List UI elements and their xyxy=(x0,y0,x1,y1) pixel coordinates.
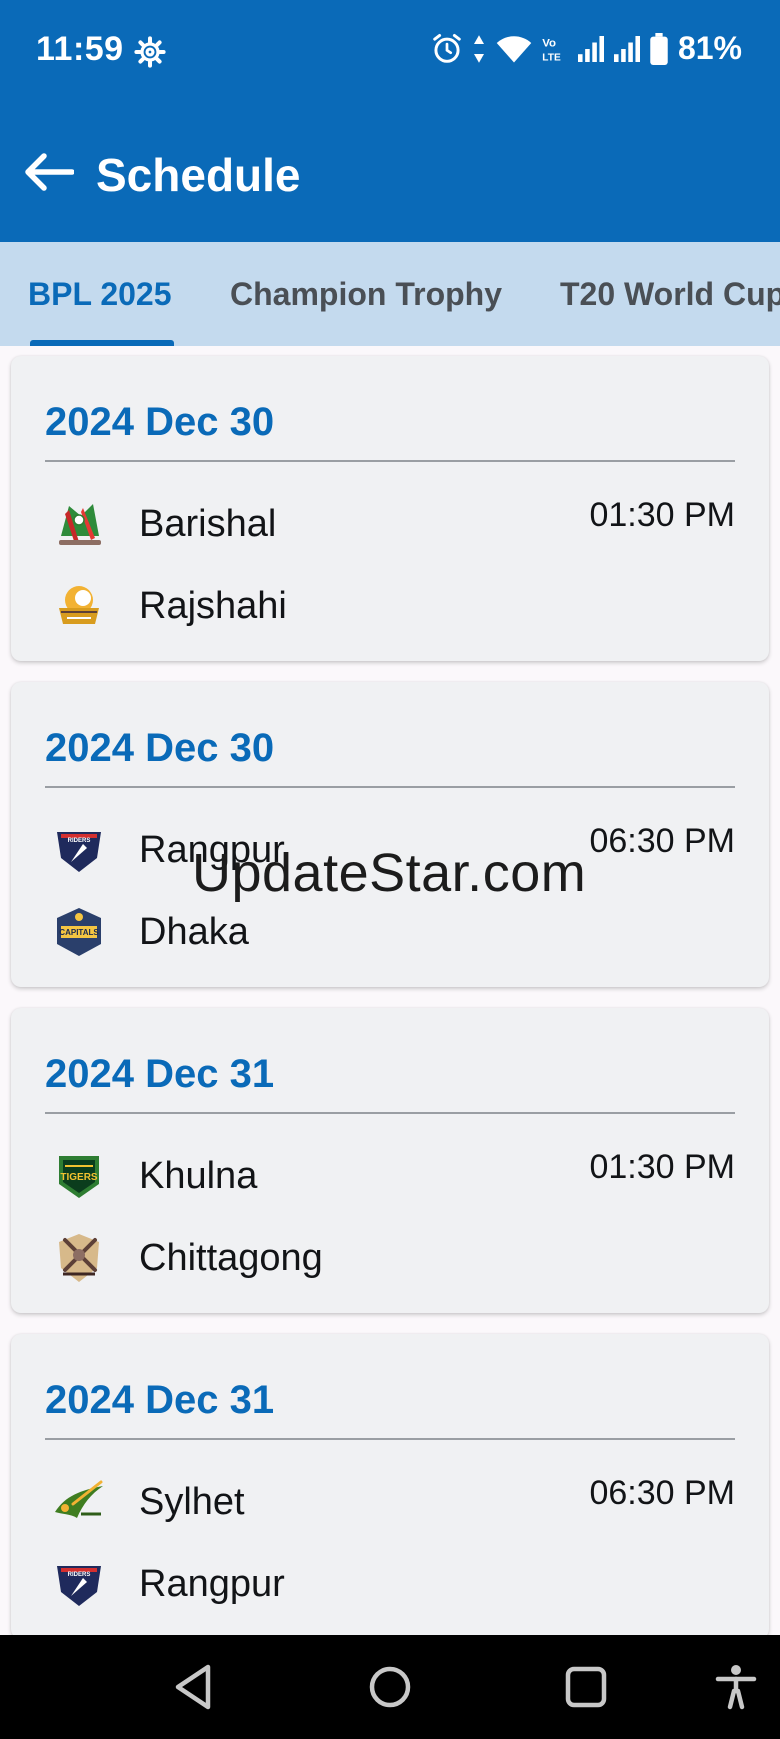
arrow-left-icon[interactable] xyxy=(22,152,74,192)
match-time: 06:30 PM xyxy=(589,822,735,860)
team-name: Barishal xyxy=(139,502,277,545)
team-row: Sylhet xyxy=(51,1472,245,1532)
recents-square-icon[interactable] xyxy=(560,1661,612,1713)
page-title: Schedule xyxy=(96,149,301,201)
sylhet-logo-icon xyxy=(55,1480,103,1518)
team-row: TIGERS Khulna xyxy=(51,1146,257,1206)
team-name: Dhaka xyxy=(139,910,249,953)
match-card[interactable]: 2024 Dec 31 Sylhet 06:30 PM RIDERS Rangp… xyxy=(11,1334,769,1635)
home-circle-icon[interactable] xyxy=(364,1661,416,1713)
barishal-logo-icon xyxy=(59,504,101,545)
match-list[interactable]: 2024 Dec 30 Barishal 01:30 PM Rajshahi 2… xyxy=(0,346,780,1635)
navigation-bar xyxy=(0,1635,780,1739)
match-time: 01:30 PM xyxy=(589,1148,735,1186)
team-row: RIDERS Rangpur xyxy=(51,820,285,880)
team-name: Rajshahi xyxy=(139,584,287,627)
match-card[interactable]: 2024 Dec 30 RIDERS Rangpur 06:30 PM CAPI… xyxy=(11,682,769,987)
svg-text:RIDERS: RIDERS xyxy=(68,838,91,844)
app-bar: Schedule xyxy=(0,104,780,242)
match-date: 2024 Dec 30 xyxy=(45,726,275,770)
screen: 11:59 Vo LTE 81% Schedule BPL 2025 Champ… xyxy=(0,0,780,1739)
team-row: Barishal xyxy=(51,494,276,554)
card-divider xyxy=(45,1112,735,1114)
tab-bpl-2025[interactable]: BPL 2025 xyxy=(28,242,172,346)
svg-text:TIGERS: TIGERS xyxy=(60,1172,98,1183)
data-arrows-icon xyxy=(473,34,484,63)
match-date: 2024 Dec 31 xyxy=(45,1052,275,1096)
dhaka-logo-icon: CAPITALS xyxy=(57,908,101,956)
back-triangle-icon[interactable] xyxy=(168,1661,220,1713)
status-time: 11:59 xyxy=(36,30,124,68)
team-row: CAPITALS Dhaka xyxy=(51,902,249,962)
card-divider xyxy=(45,460,735,462)
rangpur-logo-icon: RIDERS xyxy=(57,1566,101,1606)
team-name: Khulna xyxy=(139,1154,258,1197)
card-divider xyxy=(45,786,735,788)
battery-percentage: 81% xyxy=(677,30,742,66)
team-row: Rajshahi xyxy=(51,576,287,636)
team-name: Rangpur xyxy=(139,828,285,871)
tab-champion-trophy[interactable]: Champion Trophy xyxy=(230,242,502,346)
match-time: 01:30 PM xyxy=(589,496,735,534)
match-card[interactable]: 2024 Dec 30 Barishal 01:30 PM Rajshahi xyxy=(11,356,769,661)
match-date: 2024 Dec 31 xyxy=(45,1378,275,1422)
rangpur-logo-icon: RIDERS xyxy=(57,832,101,872)
signal-icon xyxy=(577,35,604,62)
battery-icon xyxy=(650,32,668,65)
svg-text:RIDERS: RIDERS xyxy=(68,1572,91,1578)
svg-text:Vo: Vo xyxy=(542,37,556,49)
wifi-icon xyxy=(496,35,532,62)
status-bar: 11:59 Vo LTE 81% xyxy=(0,0,780,104)
tab-bar: BPL 2025 Champion Trophy T20 World Cup xyxy=(0,242,780,346)
match-time: 06:30 PM xyxy=(589,1474,735,1512)
card-divider xyxy=(45,1438,735,1440)
alarm-icon xyxy=(433,33,461,63)
team-name: Sylhet xyxy=(139,1480,245,1523)
svg-text:LTE: LTE xyxy=(542,52,561,63)
match-card[interactable]: 2024 Dec 31 TIGERS Khulna 01:30 PM Chitt… xyxy=(11,1008,769,1313)
accessibility-icon[interactable] xyxy=(710,1661,762,1713)
match-date: 2024 Dec 30 xyxy=(45,400,275,444)
tab-t20-world-cup[interactable]: T20 World Cup xyxy=(560,242,780,346)
signal-icon xyxy=(613,35,640,62)
status-icons: Vo LTE 81% xyxy=(432,30,742,67)
gear-icon xyxy=(134,36,166,68)
team-name: Chittagong xyxy=(139,1236,323,1279)
team-name: Rangpur xyxy=(139,1562,285,1605)
chittagong-logo-icon xyxy=(59,1234,99,1282)
team-row: RIDERS Rangpur xyxy=(51,1554,285,1614)
volte-icon: Vo LTE xyxy=(542,37,561,63)
team-row: Chittagong xyxy=(51,1228,323,1288)
svg-text:CAPITALS: CAPITALS xyxy=(59,928,99,937)
khulna-logo-icon: TIGERS xyxy=(59,1156,99,1198)
rajshahi-logo-icon xyxy=(59,586,99,624)
